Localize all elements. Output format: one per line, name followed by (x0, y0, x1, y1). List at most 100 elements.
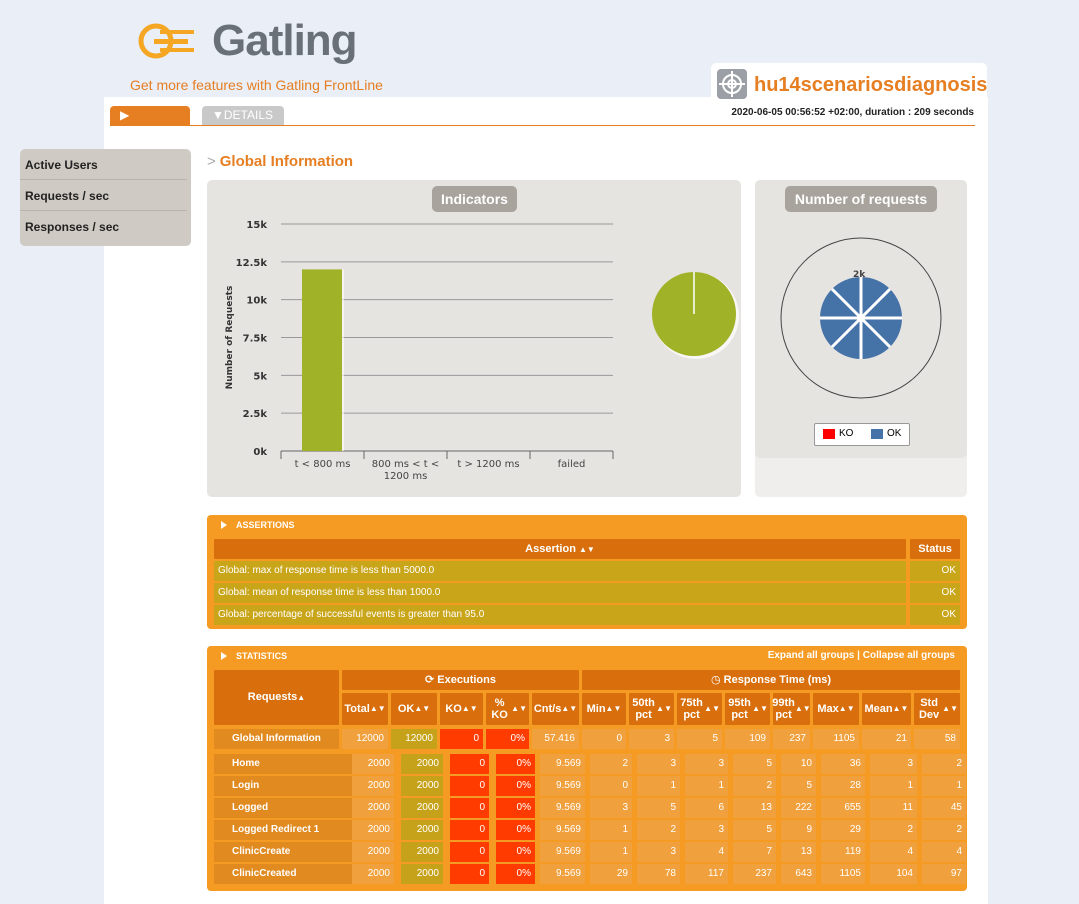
stat-cell: 9.569 (540, 864, 585, 884)
expand-statistics-icon[interactable] (221, 652, 227, 660)
request-name[interactable]: ClinicCreated (214, 864, 352, 884)
request-name[interactable]: Home (214, 754, 352, 774)
expand-all-groups-link[interactable]: Expand all groups (768, 650, 855, 661)
legend-ko-label[interactable]: KO (839, 428, 853, 439)
chevron-down-icon: ▼ (212, 108, 224, 122)
column-header[interactable]: 95th pct ▲▼ (725, 693, 770, 725)
target-icon (717, 69, 747, 99)
tab-details[interactable]: ▼DETAILS (202, 106, 284, 125)
sidebar-item-active-users[interactable]: Active Users (20, 149, 187, 180)
stat-cell: 6 (685, 798, 728, 818)
column-header[interactable]: Total ▲▼ (342, 693, 388, 725)
column-header[interactable]: OK ▲▼ (391, 693, 437, 725)
column-header[interactable]: 75th pct ▲▼ (677, 693, 722, 725)
page-title: > Global Information (207, 153, 353, 170)
column-header[interactable]: 50th pct ▲▼ (629, 693, 674, 725)
stat-cell: 4 (922, 842, 966, 862)
x-category-label: t > 1200 ms (457, 459, 519, 470)
clock-icon: ◷ (710, 674, 721, 686)
stat-cell: 0 (450, 754, 489, 774)
request-name[interactable]: ClinicCreate (214, 842, 352, 862)
column-header-label: 50th pct (632, 697, 655, 721)
stat-cell: 0 (450, 864, 489, 884)
stat-cell: 222 (781, 798, 816, 818)
stat-cell: 11 (870, 798, 917, 818)
stat-cell: 12000 (342, 729, 388, 749)
sort-icon: ▲▼ (794, 704, 811, 713)
y-tick-label: 5k (253, 371, 267, 382)
column-header-label: Cnt/s (533, 703, 562, 715)
stat-cell: 58 (914, 729, 960, 749)
request-name[interactable]: Logged Redirect 1 (214, 820, 352, 840)
tab-global-label: GLOBAL (120, 127, 169, 141)
stat-cell: 2 (870, 820, 917, 840)
stat-cell: 2000 (401, 798, 443, 818)
group-links-separator: | (857, 650, 860, 661)
stat-cell: 2000 (352, 798, 394, 818)
stat-cell: 4 (870, 842, 917, 862)
stat-cell: 237 (733, 864, 776, 884)
stat-cell: 655 (821, 798, 865, 818)
stat-cell: 0 (582, 729, 626, 749)
stat-cell: 0% (496, 754, 535, 774)
collapse-all-groups-link[interactable]: Collapse all groups (863, 650, 955, 661)
column-header[interactable]: Mean ▲▼ (862, 693, 911, 725)
stat-cell: 1105 (813, 729, 859, 749)
stat-cell: 29 (821, 820, 865, 840)
legend-ok-label[interactable]: OK (887, 428, 901, 439)
stat-cell: 13 (781, 842, 816, 862)
assertion-column-header[interactable]: Assertion ▲▼ (214, 539, 906, 559)
stat-cell: 5 (677, 729, 722, 749)
column-header-label: 99th pct (772, 697, 795, 721)
y-axis-label: Number of Requests (225, 286, 235, 390)
sidebar-item-requests-sec[interactable]: Requests / sec (20, 180, 187, 211)
stat-cell: 0 (450, 798, 489, 818)
column-header-label: 75th pct (680, 697, 703, 721)
page-title-text: Global Information (219, 153, 354, 170)
request-name[interactable]: Logged (214, 798, 352, 818)
column-header[interactable]: Max ▲▼ (813, 693, 859, 725)
stat-cell: 5 (637, 798, 680, 818)
legend-ok-swatch (871, 429, 883, 439)
column-header[interactable]: % KO ▲▼ (486, 693, 529, 725)
column-header[interactable]: Std Dev ▲▼ (914, 693, 960, 725)
tab-details-label: DETAILS (223, 108, 274, 122)
stat-cell: 7 (733, 842, 776, 862)
stat-cell: 12000 (391, 729, 437, 749)
response-time-group-header: ◷ Response Time (ms) (582, 670, 960, 690)
request-name[interactable]: Login (214, 776, 352, 796)
column-header[interactable]: KO ▲▼ (440, 693, 483, 725)
stat-cell: 2000 (352, 820, 394, 840)
sidebar-item-responses-sec[interactable]: Responses / sec (20, 211, 187, 241)
expand-assertions-icon[interactable] (221, 521, 227, 529)
sort-icon: ▲▼ (511, 704, 527, 713)
column-header[interactable]: Min ▲▼ (582, 693, 626, 725)
sort-icon: ▲▼ (942, 704, 958, 713)
stat-cell: 3 (637, 842, 680, 862)
status-column-header[interactable]: Status ▲▼ (910, 539, 960, 574)
tab-global[interactable]: ▶ GLOBAL (110, 106, 190, 141)
column-header[interactable]: Cnt/s ▲▼ (532, 693, 579, 725)
requests-column-header[interactable]: Requests▲ (214, 670, 339, 725)
executions-group-header: ⟳ Executions (342, 670, 579, 690)
stat-cell: 13 (733, 798, 776, 818)
stat-cell: 0 (440, 729, 483, 749)
stat-cell: 3 (637, 754, 680, 774)
requests-legend: KO OK (814, 423, 910, 446)
frontline-link[interactable]: Get more features with Gatling FrontLine (130, 77, 383, 93)
gatling-logo-icon (138, 23, 194, 59)
stat-cell: 1 (870, 776, 917, 796)
stat-cell: 0% (496, 776, 535, 796)
stat-cell: 36 (821, 754, 865, 774)
stat-cell: 104 (870, 864, 917, 884)
gatling-logo[interactable]: Gatling (136, 16, 376, 65)
assertions-heading: ASSERTIONS (236, 520, 295, 530)
run-datetime: 2020-06-05 00:56:52 +02:00, duration : 2… (731, 107, 974, 118)
assertion-text: Global: max of response time is less tha… (214, 561, 906, 581)
stat-cell: 5 (733, 754, 776, 774)
column-header-label: Mean (864, 703, 893, 715)
group-controls: Expand all groups | Collapse all groups (768, 650, 955, 661)
simulation-name: hu14scenariosdiagnosis (754, 74, 988, 96)
stat-cell: 2 (922, 820, 966, 840)
column-header[interactable]: 99th pct ▲▼ (772, 693, 811, 725)
